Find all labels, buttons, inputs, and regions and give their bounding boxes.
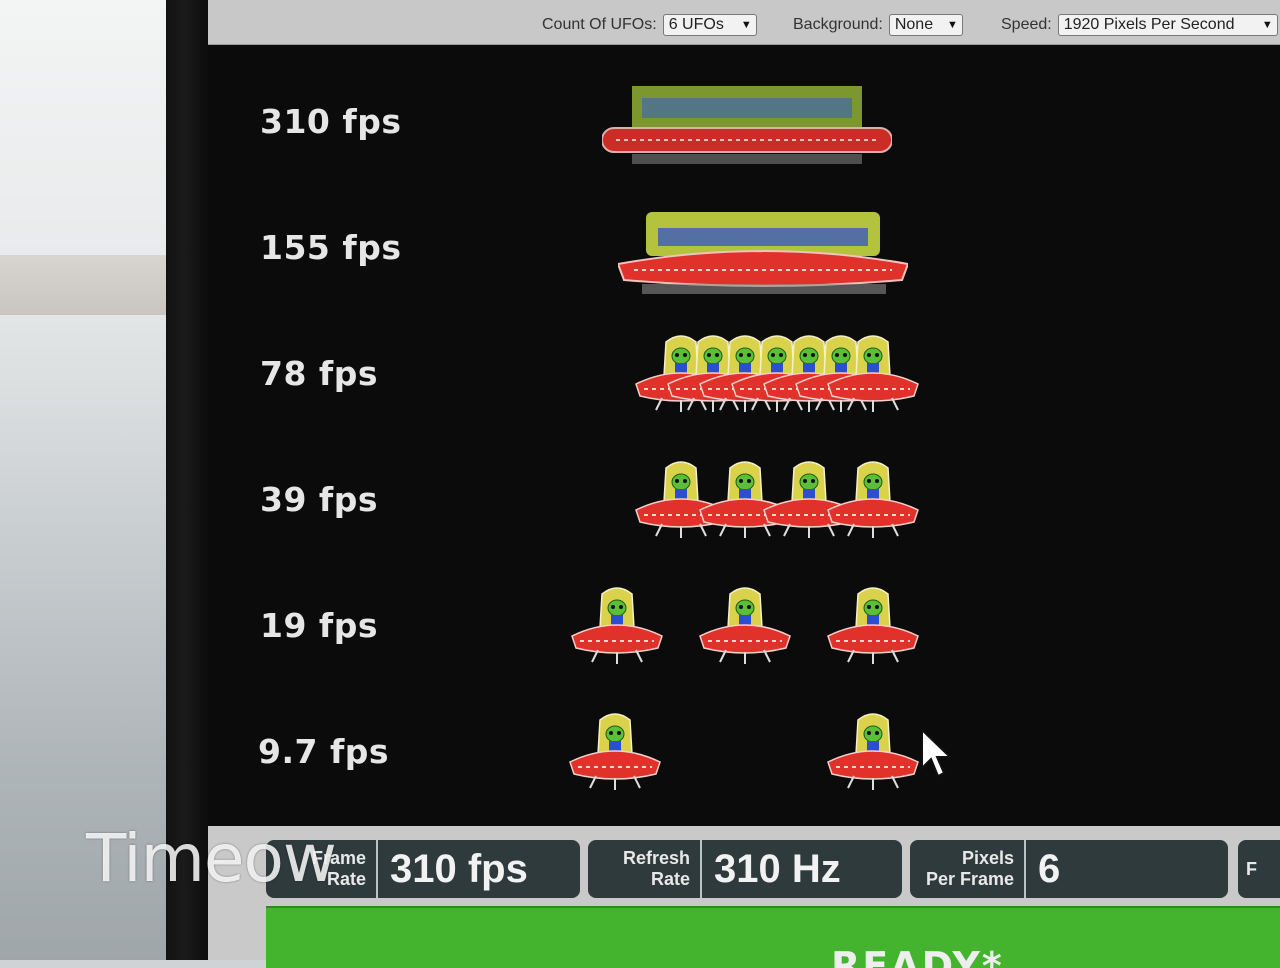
fps-label: 9.7 fps: [258, 732, 390, 771]
count-label: Count Of UFOs:: [542, 16, 657, 33]
ufo-icon: [571, 587, 663, 665]
stats-panel: Frame Rate 310 fps Refresh Rate 310 Hz P…: [208, 826, 1280, 968]
ufo-motion-blur: [602, 86, 892, 164]
fps-label: 78 fps: [260, 354, 379, 393]
fps-label: 155 fps: [260, 228, 402, 267]
ppf-key-line2: Per Frame: [925, 869, 1014, 889]
chevron-down-icon: ▼: [740, 19, 752, 31]
refresh-rate-key-line2: Rate: [650, 869, 690, 889]
monitor-screen: Count Of UFOs: 6 UFOs ▼ Background: None…: [208, 0, 1280, 968]
ufo-row: 310 fps: [208, 62, 1280, 188]
partial-stat-key-text: F: [1246, 858, 1257, 879]
fps-label: 19 fps: [260, 606, 379, 645]
chevron-down-icon: ▼: [946, 19, 958, 31]
refresh-rate-value: 310 Hz: [714, 846, 841, 891]
count-select-value: 6 UFOs: [668, 16, 724, 33]
control-bar: Count Of UFOs: 6 UFOs ▼ Background: None…: [208, 0, 1280, 45]
ufo-motion-blur: [618, 212, 908, 294]
pixels-per-frame-box: Pixels Per Frame 6: [910, 840, 1228, 898]
ufo-row: 19 fps: [208, 566, 1280, 692]
refresh-rate-key-line1: Refresh: [622, 848, 690, 868]
watermark-text: Timeow: [86, 820, 337, 897]
count-select[interactable]: 6 UFOs ▼: [662, 14, 757, 36]
room-window-backdrop: [0, 0, 180, 960]
frame-rate-value: 310 fps: [390, 846, 528, 891]
ufo-row: 39 fps: [208, 440, 1280, 566]
pixels-per-frame-key: Pixels Per Frame: [910, 840, 1026, 898]
ufo-icon: [699, 587, 791, 665]
ufo-group: [635, 335, 919, 413]
monitor-bezel: [166, 0, 210, 960]
count-control: Count Of UFOs: 6 UFOs ▼: [542, 14, 757, 36]
ufo-row: 155 fps: [208, 188, 1280, 314]
background-control: Background: None ▼: [793, 14, 963, 36]
refresh-rate-key: Refresh Rate: [588, 840, 702, 898]
partial-stat-key: F: [1238, 840, 1280, 898]
mouse-cursor-icon: [921, 728, 953, 778]
speed-select[interactable]: 1920 Pixels Per Second ▼: [1057, 14, 1278, 36]
ready-status-bar: READY*: [266, 906, 1280, 968]
window-sill: [0, 255, 180, 315]
ufo-icon: [827, 587, 919, 665]
refresh-rate-box: Refresh Rate 310 Hz: [588, 840, 902, 898]
pixels-per-frame-value: 6: [1038, 846, 1061, 891]
ready-status-text: READY*: [831, 944, 1004, 968]
ufo-row: 78 fps: [208, 314, 1280, 440]
ppf-key-line1: Pixels: [961, 848, 1014, 868]
ufo-group: [635, 461, 919, 539]
fps-label: 310 fps: [260, 102, 402, 141]
background-label: Background:: [793, 16, 883, 33]
speed-select-value: 1920 Pixels Per Second: [1063, 16, 1235, 33]
speed-control: Speed: 1920 Pixels Per Second ▼: [1001, 14, 1278, 36]
ufo-icon: [827, 713, 919, 791]
speed-label: Speed:: [1001, 16, 1052, 33]
ufo-icon: [569, 713, 661, 791]
ufo-rows: 310 fps 155 fps 78 fps 39 fps 19 fps 9.7…: [208, 44, 1280, 824]
background-select-value: None: [894, 16, 934, 33]
partial-stat-box: F: [1238, 840, 1280, 898]
background-select[interactable]: None ▼: [888, 14, 963, 36]
chevron-down-icon: ▼: [1261, 19, 1273, 31]
ufo-row: 9.7 fps: [208, 692, 1280, 818]
fps-label: 39 fps: [260, 480, 379, 519]
